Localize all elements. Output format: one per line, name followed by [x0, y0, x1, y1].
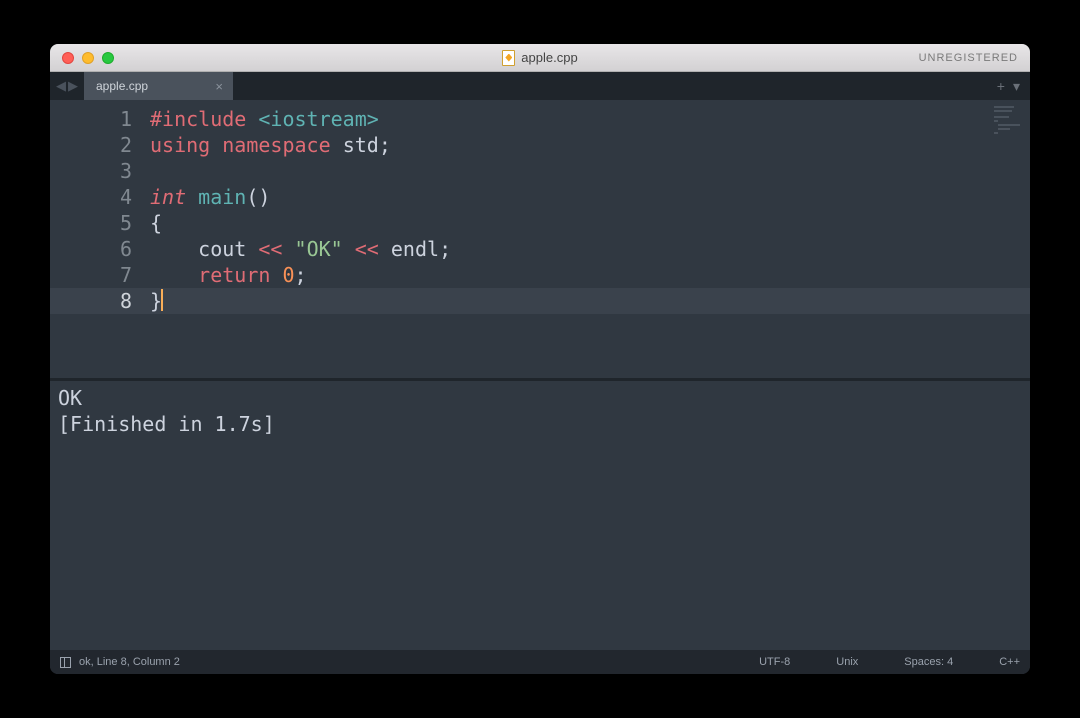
line-number[interactable]: 6	[50, 236, 132, 262]
tab-menu-icon[interactable]: ▾	[1013, 78, 1020, 95]
line-gutter: 1 2 3 4 5 6 7 8	[50, 100, 150, 378]
window-title: apple.cpp	[50, 50, 1030, 66]
titlebar: apple.cpp UNREGISTERED	[50, 44, 1030, 72]
editor-window: apple.cpp UNREGISTERED ◀ ▶ apple.cpp × +…	[50, 44, 1030, 674]
editor-pane: 1 2 3 4 5 6 7 8 #include <iostream> usin…	[50, 100, 1030, 378]
line-number[interactable]: 2	[50, 132, 132, 158]
output-line: [Finished in 1.7s]	[58, 412, 275, 436]
line-number[interactable]: 5	[50, 210, 132, 236]
title-filename: apple.cpp	[521, 50, 577, 65]
line-number[interactable]: 1	[50, 106, 132, 132]
tab-apple-cpp[interactable]: apple.cpp ×	[84, 72, 234, 100]
status-indent[interactable]: Spaces: 4	[904, 656, 953, 668]
window-controls	[50, 52, 114, 64]
tab-label: apple.cpp	[96, 79, 148, 93]
text-cursor	[161, 289, 163, 311]
status-right: UTF-8 Unix Spaces: 4 C++	[759, 656, 1020, 668]
output-line: OK	[58, 386, 82, 410]
file-icon	[502, 50, 515, 66]
tab-bar-actions: + ▾	[987, 72, 1030, 100]
panel-toggle-icon[interactable]	[60, 657, 71, 668]
nav-back-icon[interactable]: ◀	[56, 78, 66, 94]
status-encoding[interactable]: UTF-8	[759, 656, 790, 668]
status-bar: ok, Line 8, Column 2 UTF-8 Unix Spaces: …	[50, 650, 1030, 674]
minimize-window-button[interactable]	[82, 52, 94, 64]
status-line-endings[interactable]: Unix	[836, 656, 858, 668]
zoom-window-button[interactable]	[102, 52, 114, 64]
tab-close-icon[interactable]: ×	[215, 79, 223, 94]
line-number[interactable]: 7	[50, 262, 132, 288]
unregistered-label: UNREGISTERED	[919, 52, 1018, 64]
line-number[interactable]: 4	[50, 184, 132, 210]
tab-bar: ◀ ▶ apple.cpp × + ▾	[50, 72, 1030, 100]
line-number[interactable]: 8	[50, 288, 150, 314]
line-number[interactable]: 3	[50, 158, 132, 184]
status-language[interactable]: C++	[999, 656, 1020, 668]
tab-history-nav: ◀ ▶	[50, 72, 84, 100]
minimap[interactable]	[994, 106, 1022, 136]
build-output-panel[interactable]: OK [Finished in 1.7s]	[50, 381, 1030, 650]
new-tab-icon[interactable]: +	[997, 78, 1005, 94]
code-area[interactable]: #include <iostream> using namespace std;…	[150, 100, 1030, 378]
close-window-button[interactable]	[62, 52, 74, 64]
status-cursor-pos[interactable]: ok, Line 8, Column 2	[79, 656, 180, 668]
status-left: ok, Line 8, Column 2	[60, 656, 180, 668]
nav-forward-icon[interactable]: ▶	[68, 78, 78, 94]
